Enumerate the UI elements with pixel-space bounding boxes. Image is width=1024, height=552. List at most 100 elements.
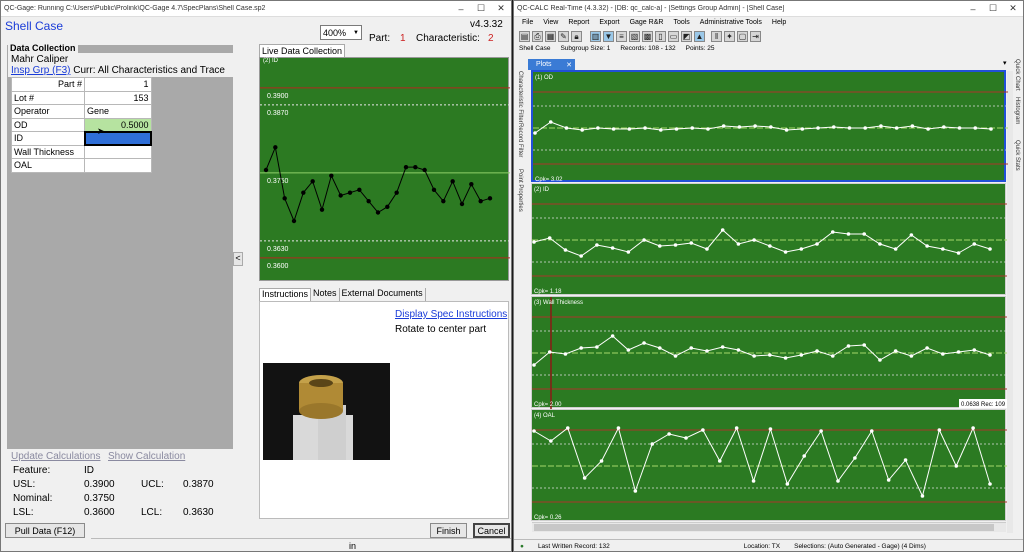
series-line [533, 335, 991, 366]
characteristic-filter-tab[interactable]: Characteristic Filter [517, 71, 523, 123]
menu-export[interactable]: Export [599, 19, 619, 26]
list-icon[interactable]: ≡ [616, 31, 627, 42]
data-point [879, 124, 883, 128]
pause-icon[interactable]: ‖ [711, 31, 722, 42]
grid-value[interactable]: 153 [84, 90, 152, 105]
data-point [616, 426, 621, 430]
histogram-icon[interactable]: ▲ [694, 31, 705, 42]
menu-tools[interactable]: Tools [673, 19, 689, 26]
window-icon[interactable]: ▢ [737, 31, 748, 42]
horizontal-scrollbar[interactable] [532, 522, 1006, 532]
quick-stats-tab[interactable]: Quick Stats [1014, 140, 1020, 171]
tab-instructions[interactable]: Instructions [259, 288, 312, 301]
lsl-line-label: 0.3600 [267, 263, 289, 270]
exit-icon[interactable]: ⇥ [750, 31, 761, 42]
live-plot: 0.3900 0.3870 0.3750 0.3630 0.3600 [259, 57, 510, 281]
tooltip-text: 0.0638 Rec: 109 [961, 402, 1006, 408]
table-icon[interactable]: ▥ [590, 31, 601, 42]
menu-report[interactable]: Report [568, 19, 589, 26]
document-icon[interactable]: ▯ [655, 31, 666, 42]
show-calculation-link[interactable]: Show Calculation [108, 451, 185, 462]
data-point [869, 429, 874, 433]
histogram-tab[interactable]: Histogram [1014, 97, 1020, 124]
grid-value[interactable]: 1 [84, 77, 152, 92]
pane-dropdown-icon[interactable]: ▾ [1003, 59, 1007, 67]
tab-notes[interactable]: Notes [311, 288, 340, 301]
grid-label: Operator [11, 104, 85, 119]
data-point [599, 459, 604, 463]
wrench-icon[interactable]: ✦ [724, 31, 735, 42]
data-point [894, 126, 899, 130]
lock-icon[interactable]: 🔒︎ [571, 31, 582, 42]
filter-icon[interactable]: ▼ [603, 31, 614, 42]
plot-icon[interactable]: ◩ [681, 31, 692, 42]
maximize-icon[interactable]: ☐ [471, 3, 491, 14]
close-icon[interactable]: ✕ [491, 3, 511, 14]
edit-icon[interactable]: ✎ [558, 31, 569, 42]
data-point [815, 242, 819, 246]
tab-plots[interactable]: Plots ✕ [528, 59, 575, 70]
grid-value[interactable]: 0.5000 [84, 117, 152, 132]
close-tab-icon[interactable]: ✕ [566, 61, 575, 69]
grid-value-active[interactable] [83, 130, 152, 146]
plot-wall-thickness[interactable]: (3) Wall Thickness Cpk= 2.00 0.0638 Rec: 1… [531, 296, 1007, 409]
cancel-button[interactable]: Cancel [473, 523, 510, 538]
record-filter-tab[interactable]: Record Filter [517, 123, 523, 157]
display-spec-instructions-link[interactable]: Display Spec Instructions [395, 309, 507, 320]
menu-gage-rr[interactable]: Gage R&R [630, 19, 664, 26]
image-icon[interactable]: ▭ [668, 31, 679, 42]
data-point [737, 125, 742, 129]
tab-external-documents[interactable]: External Documents [340, 288, 426, 301]
live-data-point [469, 181, 474, 187]
info-part: Shell Case [519, 45, 551, 52]
status-location: Location: TX [743, 543, 781, 550]
menu-administrative-tools[interactable]: Administrative Tools [700, 19, 762, 26]
print-icon[interactable]: ⎙ [532, 31, 543, 42]
scroll-thumb[interactable] [534, 524, 994, 531]
point-properties-tab[interactable]: Point Properties [517, 169, 523, 212]
curr-text: Curr: All Characteristics and Trace [73, 65, 225, 76]
menu-help[interactable]: Help [772, 19, 786, 26]
plot-id[interactable]: (2) ID Cpk= 1.18 [531, 183, 1007, 295]
grid-row-lot: Lot # 153 [11, 90, 152, 105]
data-point [751, 479, 756, 483]
zoom-select[interactable]: 400% ▼ [320, 25, 362, 40]
data-point [830, 230, 835, 234]
grid-icon[interactable]: ▩ [642, 31, 653, 42]
live-data-point [441, 198, 446, 204]
data-point [847, 126, 852, 130]
tab-live-data-collection[interactable]: Live Data Collection [259, 44, 346, 57]
app-title: Shell Case [5, 19, 64, 33]
minimize-icon[interactable]: – [451, 4, 471, 14]
grid-value[interactable] [84, 144, 152, 159]
collapse-button[interactable]: < [233, 252, 243, 266]
data-point [579, 346, 583, 350]
finish-button[interactable]: Finish [430, 523, 467, 538]
insp-grp-link[interactable]: Insp Grp (F3) [11, 65, 70, 76]
grid-value[interactable] [84, 158, 152, 173]
data-point [673, 354, 678, 358]
quick-chart-tab[interactable]: Quick Chart [1014, 59, 1020, 91]
live-data-point [422, 167, 427, 173]
open-icon[interactable]: ▤ [519, 31, 530, 42]
pull-data-button[interactable]: Pull Data (F12) [5, 523, 85, 538]
data-point [925, 346, 929, 350]
grid-value[interactable]: Gene [84, 104, 152, 119]
status-info-icon: ● [520, 543, 524, 550]
minimize-icon[interactable]: – [963, 4, 983, 14]
plot-od[interactable]: (1) OD Cpk= 3.02 [531, 70, 1008, 183]
close-icon[interactable]: ✕ [1003, 3, 1023, 14]
plot-oal[interactable]: (4) OAL Cpk= 0.26 [531, 409, 1007, 521]
data-point [878, 242, 882, 246]
update-calculations-link[interactable]: Update Calculations [11, 451, 101, 462]
maximize-icon[interactable]: ☐ [983, 3, 1003, 14]
report-icon[interactable]: ▦ [545, 31, 556, 42]
chart-icon[interactable]: ▧ [629, 31, 640, 42]
plot-title: (4) OAL [534, 413, 556, 419]
info-records: Records: 108 - 132 [620, 45, 676, 52]
status-selection: Selections: (Auto Generated - Gage) (4 D… [794, 543, 926, 550]
data-point [596, 126, 600, 130]
menu-view[interactable]: View [543, 19, 558, 26]
menu-file[interactable]: File [522, 19, 533, 26]
grid-row-operator: Operator Gene [11, 104, 152, 119]
